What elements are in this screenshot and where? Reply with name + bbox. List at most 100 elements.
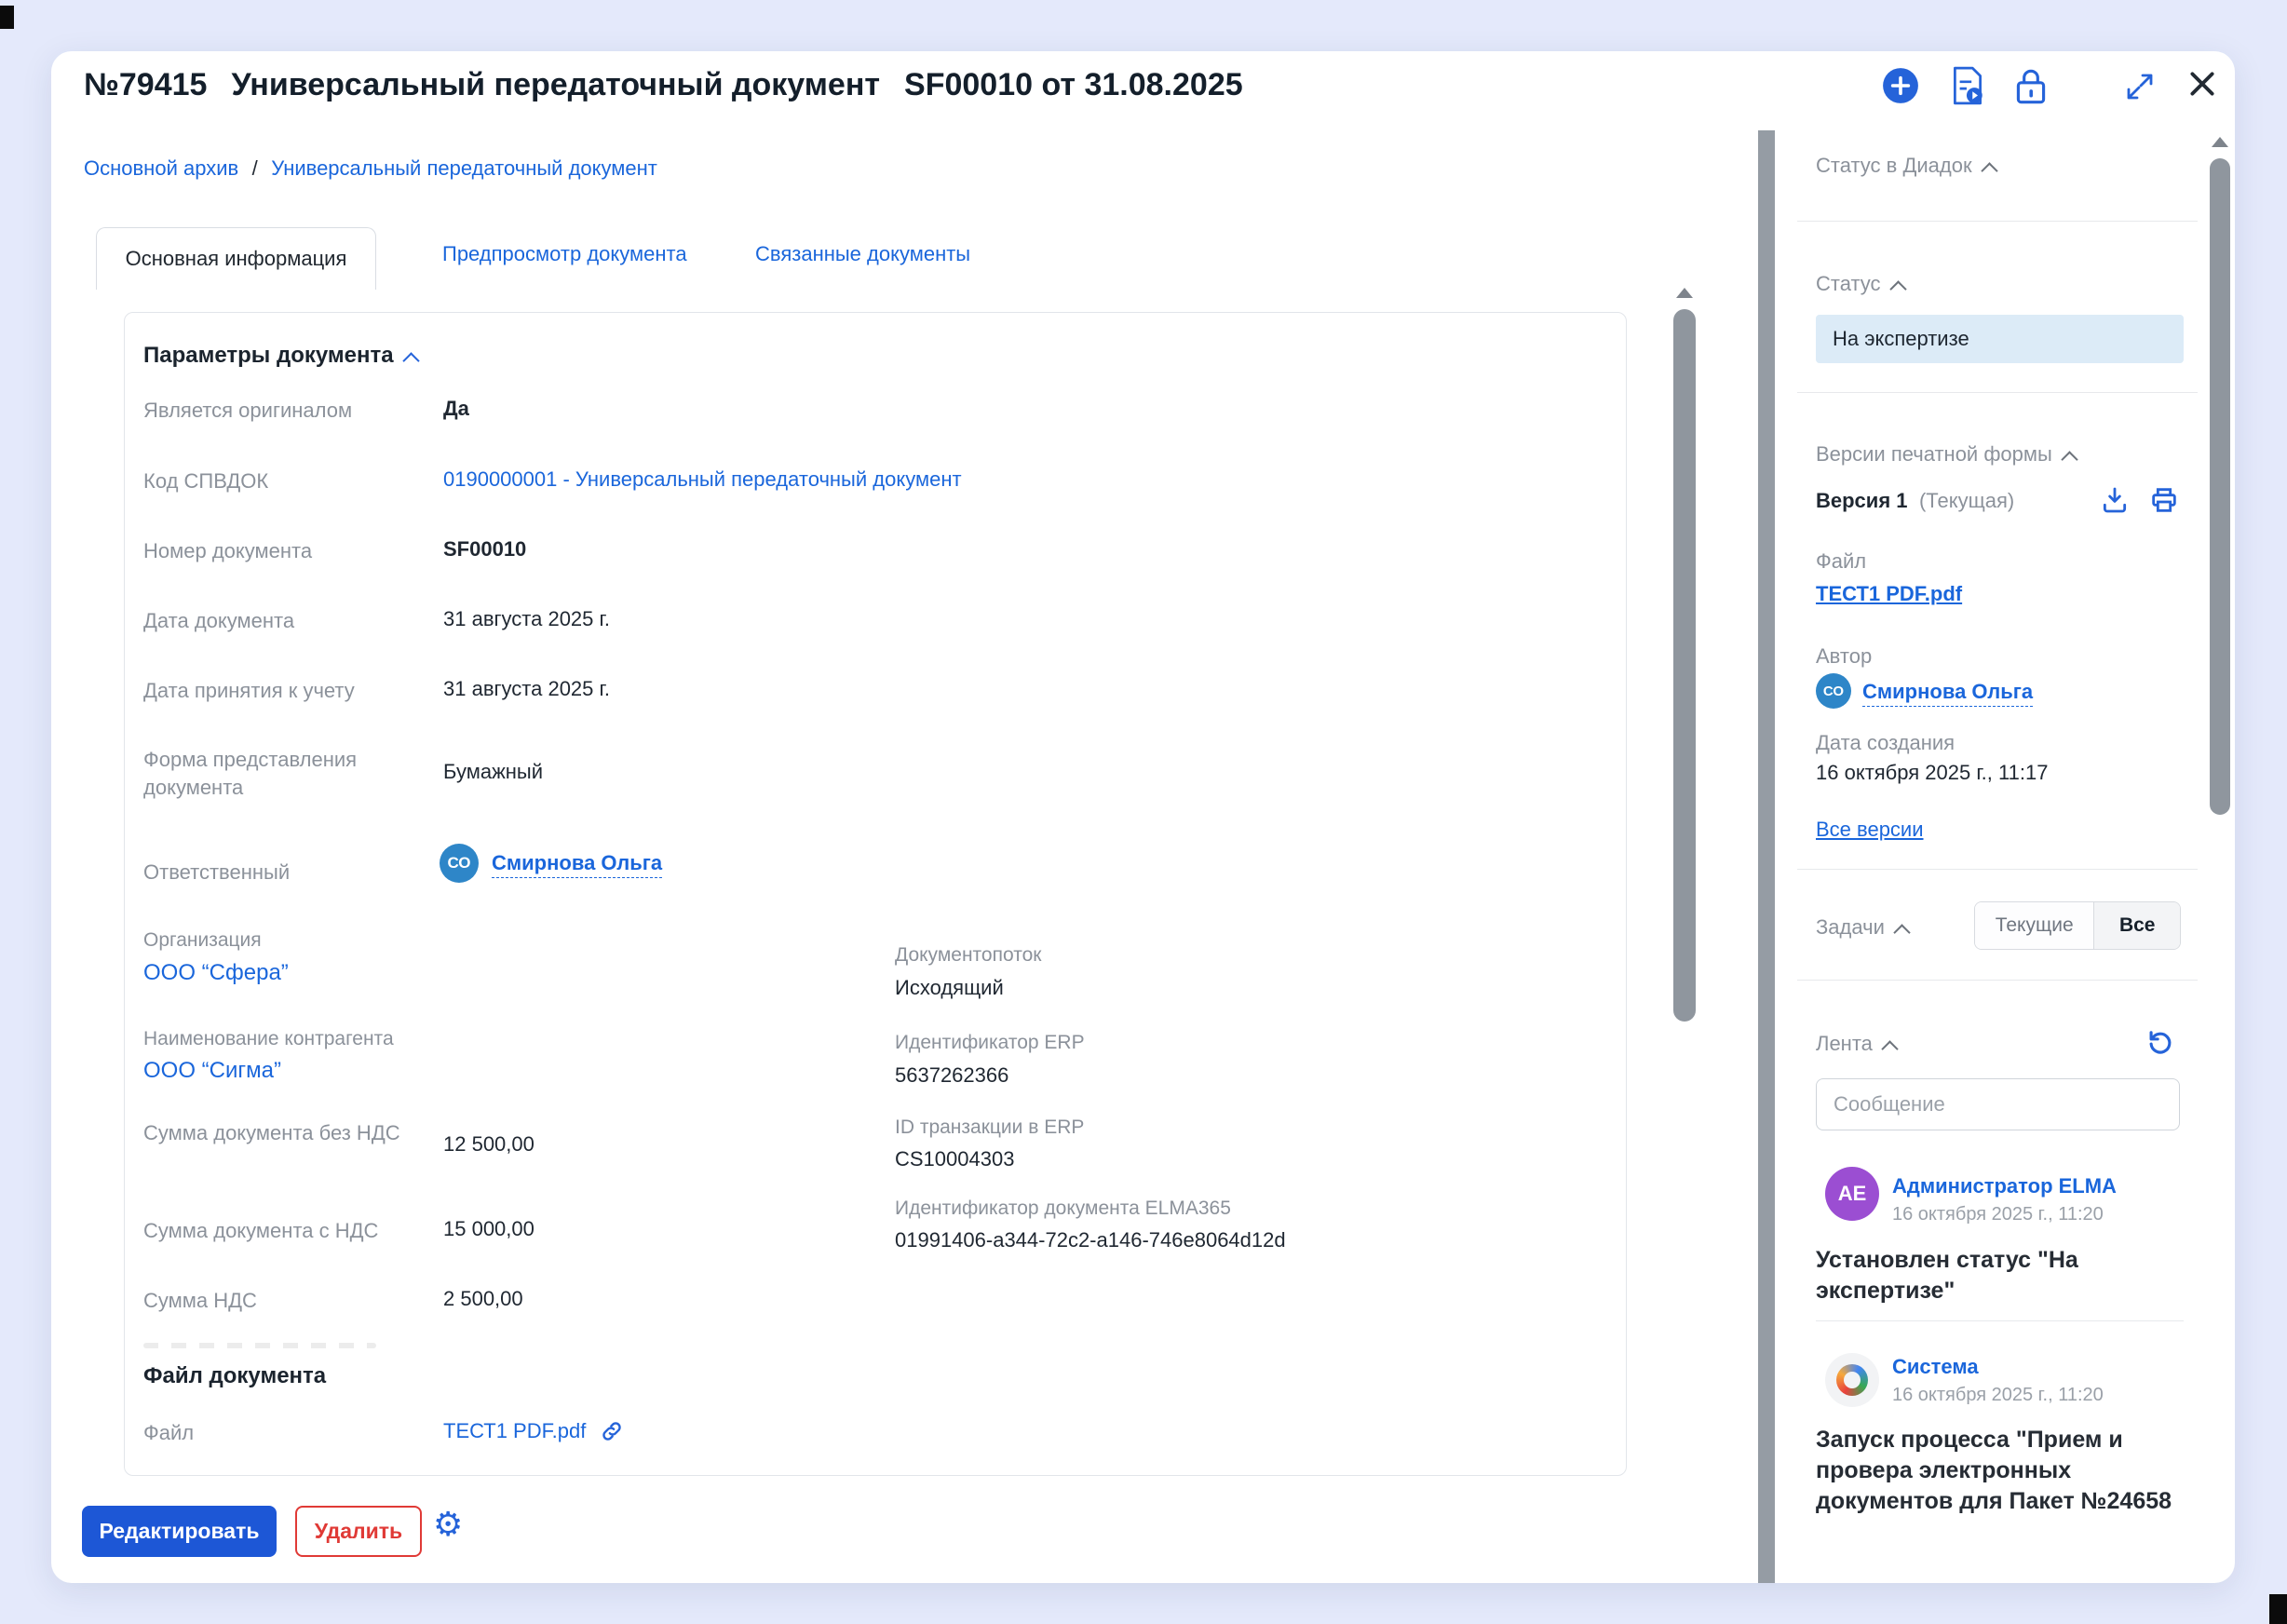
doc-subtitle: SF00010 от 31.08.2025 <box>904 67 1243 102</box>
sidebar-divider <box>1797 869 2198 870</box>
version-name: Версия 1 <box>1816 489 1908 512</box>
status-title: Статус <box>1816 272 1881 295</box>
spvdok-link[interactable]: 0190000001 - Универсальный передаточный … <box>443 467 962 492</box>
feed-item-date: 16 октября 2025 г., 11:20 <box>1892 1204 2104 1225</box>
field-label: Идентификатор документа ELMA365 <box>895 1198 1231 1220</box>
field-value: Исходящий <box>895 976 1004 1000</box>
page-title: №79415Универсальный передаточный докумен… <box>84 67 1243 103</box>
report-document-icon[interactable] <box>1951 65 1984 111</box>
breadcrumb-current-link[interactable]: Универсальный передаточный документ <box>271 156 657 180</box>
print-icon[interactable] <box>2149 485 2179 520</box>
feed-author-link[interactable]: Система <box>1892 1355 1979 1379</box>
author-label: Автор <box>1816 644 1872 669</box>
responsible-user-link[interactable]: Смирнова Ольга <box>492 851 662 878</box>
delete-button[interactable]: Удалить <box>295 1506 422 1557</box>
contragent-link[interactable]: ООО “Сигма” <box>143 1058 281 1084</box>
main-scroll-up-arrow[interactable] <box>1676 288 1693 298</box>
feed-header[interactable]: Лента <box>1816 1032 1896 1056</box>
system-avatar <box>1825 1353 1879 1407</box>
link-chain-icon[interactable] <box>600 1419 624 1448</box>
tasks-filter-all[interactable]: Все <box>2094 902 2180 949</box>
params-section-header[interactable]: Параметры документа <box>143 343 417 369</box>
file-link-row: ТЕСТ1 PDF.pdf <box>443 1419 624 1448</box>
tab-related[interactable]: Связанные документы <box>755 242 970 266</box>
field-label: Является оригиналом <box>143 399 352 423</box>
field-label: Документопоток <box>895 944 1041 967</box>
sidebar-scrollbar-thumb[interactable] <box>2210 158 2230 815</box>
lock-icon[interactable] <box>2011 65 2050 113</box>
field-label: ID транзакции в ERP <box>895 1116 1084 1139</box>
document-params-panel: Параметры документа Является оригиналом … <box>124 312 1627 1476</box>
field-value: 01991406-a344-72c2-a146-746e8064d12d <box>895 1228 1286 1252</box>
field-value: Бумажный <box>443 760 543 784</box>
sidebar-divider <box>1797 980 2198 981</box>
created-value: 16 октября 2025 г., 11:17 <box>1816 761 2048 785</box>
screen: №79415 Универсальный передаточный докумен… <box>0 0 2287 1624</box>
field-label: Код СПВДОК <box>143 469 268 494</box>
field-label: Дата документа <box>143 609 294 633</box>
feed-item-date: 16 октября 2025 г., 11:20 <box>1892 1385 2104 1406</box>
diadoc-status-title: Статус в Диадок <box>1816 154 1972 177</box>
avatar: СО <box>440 844 479 883</box>
field-value: 31 августа 2025 г. <box>443 677 610 701</box>
panel-splitter[interactable] <box>1758 130 1775 1583</box>
collapse-chevron-icon <box>1889 280 1906 297</box>
close-icon[interactable] <box>2186 68 2218 104</box>
version-state: (Текущая) <box>1919 489 2014 512</box>
breadcrumb: Основной архив / Универсальный передаточ… <box>84 156 657 181</box>
download-icon[interactable] <box>2100 485 2130 520</box>
field-label: Файл <box>143 1421 194 1445</box>
breadcrumb-root-link[interactable]: Основной архив <box>84 156 238 180</box>
feed-item-text: Запуск процесса "Прием и провера электро… <box>1816 1425 2184 1517</box>
created-label: Дата создания <box>1816 731 1955 755</box>
refresh-icon[interactable] <box>2145 1025 2176 1062</box>
sidebar-scroll-up-arrow[interactable] <box>2212 137 2228 147</box>
field-label: Сумма НДС <box>143 1289 257 1313</box>
field-value: 15 000,00 <box>443 1217 535 1241</box>
all-versions-link[interactable]: Все версии <box>1816 818 1924 842</box>
document-card: №79415 Универсальный передаточный докумен… <box>51 51 2235 1583</box>
file-link[interactable]: ТЕСТ1 PDF.pdf <box>443 1419 586 1442</box>
field-value: 2 500,00 <box>443 1287 523 1311</box>
status-header[interactable]: Статус <box>1816 272 1904 296</box>
screen-artifact-bottom-right <box>2269 1594 2287 1624</box>
tasks-filter-toggle: Текущие Все <box>1974 901 2181 950</box>
feed-divider <box>1816 1320 2184 1321</box>
tab-preview[interactable]: Предпросмотр документа <box>442 242 687 266</box>
message-input[interactable] <box>1816 1078 2180 1130</box>
expand-icon[interactable] <box>2123 70 2157 108</box>
tasks-header[interactable]: Задачи <box>1816 915 1908 940</box>
field-label: Номер документа <box>143 539 312 563</box>
versions-title: Версии печатной формы <box>1816 442 2052 466</box>
tasks-title: Задачи <box>1816 915 1885 939</box>
diadoc-status-header[interactable]: Статус в Диадок <box>1816 154 1996 178</box>
doc-number: №79415 <box>84 67 207 102</box>
author-user-link[interactable]: Смирнова Ольга <box>1862 680 2033 707</box>
main-scrollbar-thumb[interactable] <box>1673 309 1696 1022</box>
add-icon[interactable] <box>1881 66 1920 110</box>
field-value: SF00010 <box>443 537 526 562</box>
version-file-label: Файл <box>1816 549 1866 574</box>
field-label: Дата принятия к учету <box>143 679 355 703</box>
system-logo-icon <box>1836 1364 1868 1396</box>
tab-related-label: Связанные документы <box>755 242 970 265</box>
tab-main-info[interactable]: Основная информация <box>96 227 376 290</box>
organization-link[interactable]: ООО “Сфера” <box>143 960 289 986</box>
field-label: Сумма документа с НДС <box>143 1219 378 1243</box>
version-file-link[interactable]: ТЕСТ1 PDF.pdf <box>1816 582 1962 606</box>
version-row: Версия 1 (Текущая) <box>1816 489 2014 513</box>
gear-icon[interactable]: ⚙ <box>433 1508 463 1541</box>
versions-header[interactable]: Версии печатной формы <box>1816 442 2076 467</box>
field-label: Ответственный <box>143 860 290 885</box>
field-label: Наименование контрагента <box>143 1028 394 1050</box>
avatar: AE <box>1825 1167 1879 1221</box>
collapse-chevron-icon <box>2061 451 2077 467</box>
feed-author-link[interactable]: Администратор ELMA <box>1892 1174 2117 1198</box>
tasks-filter-current[interactable]: Текущие <box>1975 902 2094 949</box>
collapse-chevron-icon <box>1881 1040 1898 1057</box>
field-label: Сумма документа без НДС <box>143 1119 413 1147</box>
collapse-chevron-icon <box>1981 162 1997 179</box>
collapse-chevron-icon <box>1893 924 1910 941</box>
faded-row-artifact <box>143 1343 376 1348</box>
edit-button[interactable]: Редактировать <box>82 1506 277 1557</box>
